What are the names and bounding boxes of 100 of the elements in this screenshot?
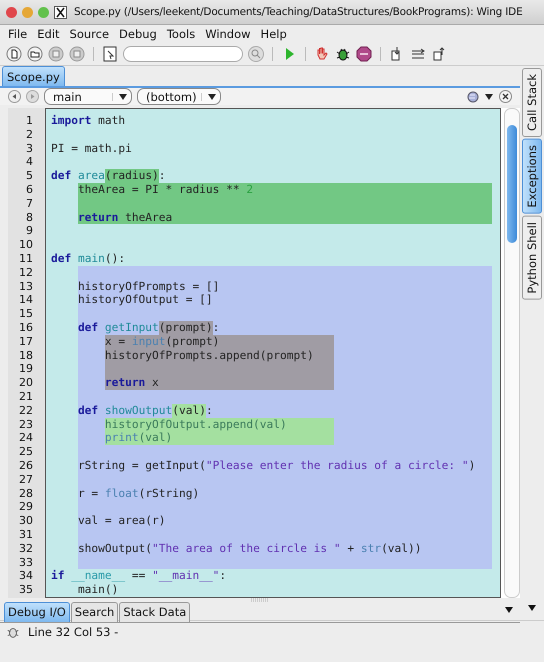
line-number: 33 — [19, 556, 33, 568]
code-line: val = area(r) — [78, 514, 166, 528]
line-number: 22 — [19, 404, 33, 417]
code-line: def main(): — [51, 252, 126, 266]
code-line: historyOfOutput.append(val) — [104, 418, 288, 432]
dropdown-arrow-icon[interactable] — [112, 92, 127, 100]
search-icon[interactable] — [248, 46, 264, 62]
line-number: 9 — [26, 224, 33, 238]
line-number: 4 — [26, 155, 33, 168]
menu-item[interactable]: Edit — [37, 27, 60, 41]
code-line: return theArea — [78, 210, 174, 224]
code-line: return x — [104, 376, 160, 390]
line-number: 17 — [19, 334, 33, 348]
stop-icon[interactable] — [356, 46, 372, 62]
code-line: print(val) — [104, 431, 174, 446]
code-line: main() — [76, 583, 120, 597]
search-field[interactable] — [123, 46, 243, 62]
open-folder-icon[interactable] — [27, 46, 43, 62]
line-number: 34 — [19, 569, 33, 582]
line-number: 1 — [26, 114, 33, 127]
code-text: def showOutput — [78, 404, 172, 418]
dropdown-arrow-icon[interactable] — [201, 92, 216, 100]
window-title: Scope.py (/Users/leekent/Documents/Teaching/DataStructures/BookPrograms): Wing IDE — [74, 6, 523, 18]
line-number: 19 — [19, 362, 33, 376]
menu-item[interactable]: Source — [70, 27, 110, 41]
position-dropdown[interactable]: (bottom) — [137, 88, 221, 105]
line-number: 15 — [19, 307, 33, 320]
line-number: 24 — [19, 431, 33, 444]
line-number: 18 — [19, 348, 33, 362]
code-line: historyOfOutput = [] — [78, 293, 214, 308]
code-line: import math — [51, 114, 126, 128]
dropdown-arrow-icon[interactable] — [527, 604, 537, 612]
scrollbar[interactable] — [504, 108, 520, 598]
line-number: 16 — [19, 320, 33, 334]
code-line: r = float(rString) — [78, 486, 200, 500]
side-tab[interactable]: Call Stack — [522, 68, 542, 137]
menu-item[interactable]: Tools — [166, 27, 196, 41]
line-number: 13 — [19, 280, 33, 293]
panel-tab[interactable]: Debug I/O — [4, 602, 70, 622]
code-line: rString = getInput("Please enter the radius of a circle: ") — [78, 458, 476, 473]
line-number: 7 — [26, 196, 33, 210]
status-text: Line 32 Col 53 - — [28, 625, 118, 639]
line-number: 35 — [19, 583, 33, 596]
code-line: theArea = PI * radius ** 2 — [78, 182, 254, 197]
step-out-icon[interactable] — [431, 46, 447, 62]
side-tab[interactable]: Python Shell — [522, 216, 542, 300]
bug-icon — [6, 625, 20, 639]
close-icon[interactable] — [499, 90, 512, 103]
menu-item[interactable]: File — [8, 27, 28, 41]
menu-item[interactable]: Help — [260, 27, 287, 41]
panel-tab[interactable]: Search — [70, 602, 118, 622]
code-line: showOutput("The area of the circle is " + str(val)) — [78, 542, 422, 556]
line-number: 30 — [19, 514, 33, 528]
code-line: historyOfPrompts = [] — [78, 280, 220, 294]
line-number: 31 — [19, 528, 33, 541]
document-pointer-icon[interactable] — [102, 46, 118, 62]
line-number: 6 — [26, 182, 33, 196]
parameter-highlight: (val) — [172, 404, 206, 418]
save-icon[interactable] — [48, 46, 64, 62]
code-text: : — [212, 320, 220, 335]
editor-tab[interactable]: Scope.py — [2, 66, 65, 86]
line-number: 14 — [19, 293, 33, 306]
back-icon[interactable] — [8, 90, 21, 103]
line-number: 21 — [19, 390, 33, 403]
close-button[interactable] — [6, 6, 17, 18]
globe-icon[interactable] — [467, 90, 479, 102]
new-file-icon[interactable] — [6, 46, 22, 62]
line-number: 28 — [19, 486, 33, 500]
line-number: 26 — [19, 458, 33, 472]
splitter-grip-icon[interactable] — [250, 598, 270, 602]
x-window-icon — [54, 6, 67, 18]
code-line: PI = math.pi — [51, 142, 133, 156]
forward-icon[interactable] — [26, 90, 39, 103]
line-number: 5 — [26, 169, 33, 182]
line-number: 12 — [19, 266, 33, 279]
line-number: 8 — [26, 210, 33, 224]
code-line: if __name__ == "__main__": — [51, 569, 228, 584]
line-number: 32 — [19, 542, 33, 555]
parameter-highlight: (radius) — [104, 169, 159, 183]
line-number: 27 — [19, 472, 33, 486]
line-number: 3 — [26, 142, 33, 155]
dropdown-arrow-icon[interactable] — [504, 606, 514, 614]
bug-icon[interactable] — [335, 46, 351, 62]
menu-item[interactable]: Window — [205, 27, 251, 41]
menu-item[interactable]: Debug — [119, 27, 157, 41]
line-number: 29 — [19, 500, 33, 514]
code-line: historyOfPrompts.append(prompt) — [104, 348, 315, 362]
scope-dropdown[interactable]: main — [44, 88, 132, 105]
line-number: 23 — [19, 418, 33, 431]
side-tab[interactable]: Exceptions — [522, 138, 542, 214]
code-text: : — [206, 404, 213, 418]
code-text: : — [158, 169, 166, 183]
code-text: def getInput — [78, 320, 159, 335]
code-editor[interactable] — [45, 108, 501, 598]
line-number: 25 — [19, 445, 33, 458]
save-all-icon[interactable] — [69, 46, 85, 62]
code-line: x = input(prompt) — [104, 334, 220, 349]
dropdown-arrow-icon[interactable] — [484, 92, 494, 100]
panel-tab[interactable]: Stack Data — [119, 602, 190, 622]
line-number: 11 — [19, 252, 33, 265]
